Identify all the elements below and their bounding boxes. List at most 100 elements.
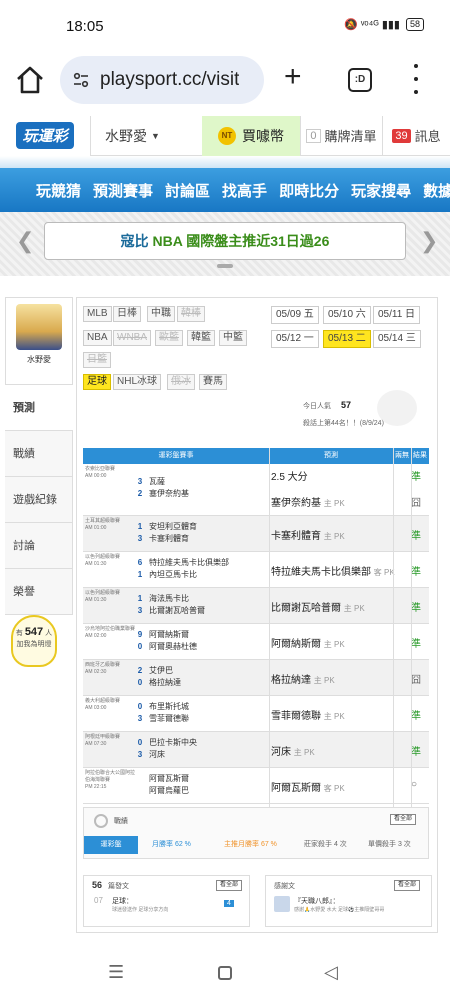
date-option[interactable]: 05/13 二	[323, 330, 371, 348]
score-away: 1	[137, 570, 143, 579]
recent-apps-icon[interactable]: ☰	[108, 962, 124, 983]
row-league: 阿根廷甲級聯賽 AM 07:30	[83, 732, 135, 748]
nav-item-livescore[interactable]: 即時比分	[279, 180, 339, 201]
messages-button[interactable]: 39 訊息	[382, 115, 450, 156]
team-2[interactable]: 卡塞利體育	[149, 534, 189, 543]
new-tab-icon[interactable]: +	[284, 62, 302, 92]
team-2[interactable]: 格拉納達	[149, 678, 181, 687]
row-teams: 阿爾瓦斯爾阿爾烏蘿巴	[149, 773, 189, 797]
score-away: 2	[137, 489, 143, 498]
match-time: PM 22:15	[85, 784, 107, 790]
team-2[interactable]: 河床	[149, 750, 165, 759]
score-home: 6	[137, 558, 143, 567]
team-1[interactable]: 巴拉卡斯中央	[149, 738, 197, 747]
team-1[interactable]: 瓦薩	[149, 477, 165, 486]
home-nav-icon[interactable]	[218, 966, 232, 980]
league-chip[interactable]: MLB	[83, 306, 112, 322]
cart-button[interactable]: 0 購牌清單	[300, 115, 382, 156]
row-league: 義大利超級聯賽 AM 03:00	[83, 696, 135, 712]
sidebar-item-predict[interactable]: 預測	[5, 385, 73, 431]
nav-item-predict[interactable]: 預測賽事	[93, 180, 153, 201]
nav-item-forum[interactable]: 討論區	[165, 180, 210, 201]
team-1[interactable]: 特拉維夫馬卡比俱樂部	[149, 558, 229, 567]
league-chip[interactable]: 賽馬	[199, 374, 227, 390]
thanks-view-all-button[interactable]: 看全部	[394, 880, 421, 891]
team-1[interactable]: 布里斯托城	[149, 702, 189, 711]
user-dropdown[interactable]: 水野愛 ▼	[90, 115, 202, 156]
site-logo[interactable]: 玩運彩	[0, 115, 90, 156]
sidebar-item-game-log[interactable]: 遊戲紀錄	[5, 477, 73, 523]
league-chip[interactable]: NBA	[83, 330, 112, 346]
row-teams: 瓦薩 塞伊奈約基	[149, 476, 189, 500]
home-icon[interactable]	[14, 64, 46, 96]
today-label: 今日人氣	[303, 403, 331, 410]
row-scores: 03	[135, 737, 145, 761]
nav-item-data[interactable]: 數據	[423, 180, 450, 201]
league-chip[interactable]: 中籃	[219, 330, 247, 346]
league-chip[interactable]: 韓籃	[187, 330, 215, 346]
lamp-count: 547	[24, 626, 44, 638]
row-pick: 比爾謝瓦哈普爾 主 PK	[271, 599, 365, 614]
lamp-followers-badge[interactable]: 有 547 人 加我為明燈	[11, 615, 57, 667]
record-view-all-button[interactable]: 看全部	[390, 814, 417, 825]
address-bar[interactable]: playsport.cc/visit	[60, 56, 264, 104]
team-2[interactable]: 比爾謝瓦哈普爾	[149, 606, 205, 615]
sidebar-item-honor[interactable]: 榮譽	[5, 569, 73, 615]
nav-item-experts[interactable]: 找高手	[222, 180, 267, 201]
row-teams: 布里斯托城雪菲爾德聯	[149, 701, 189, 725]
pick-sub: 客 PK	[373, 568, 395, 577]
buy-coin-button[interactable]: NT 買噱幣	[202, 115, 300, 156]
table-row: 阿拉伯聯合大公國阿拉伯海灣聯賽 PM 22:15 阿爾瓦斯爾 阿爾烏蘿巴 阿爾瓦斯爾 客…	[83, 768, 429, 804]
status-time: 18:05	[66, 18, 104, 35]
date-option[interactable]: 05/11 日	[373, 306, 421, 324]
team-1[interactable]: 海法馬卡比	[149, 594, 189, 603]
result-mark: 囧	[411, 675, 421, 686]
row-pick: 2.5 大分	[271, 468, 308, 483]
record-title: 戰績	[114, 818, 128, 825]
profile-card[interactable]: 水野愛	[5, 297, 73, 385]
league-chip[interactable]: 中職	[147, 306, 175, 322]
site-settings-icon[interactable]	[72, 71, 90, 89]
site-header: 玩運彩 水野愛 ▼ NT 買噱幣 0 購牌清單 39 訊息	[0, 115, 450, 156]
league-chip: WNBA	[113, 330, 151, 346]
team-1[interactable]: 阿爾瓦斯爾	[149, 774, 189, 783]
banner-expert: 寇比	[120, 233, 153, 249]
team-1[interactable]: 阿爾納斯爾	[149, 630, 189, 639]
team-2[interactable]: 內坦亞馬卡比	[149, 570, 197, 579]
table-row: 西班牙乙級聯賽 AM 02:30 2 0 艾伊巴 格拉納達 格拉納達 主 PK 囧	[83, 660, 429, 696]
date-option[interactable]: 05/14 三	[373, 330, 421, 348]
team-2[interactable]: 阿爾奧赫杜德	[149, 642, 197, 651]
nav-item-guess[interactable]: 玩競猜	[36, 180, 81, 201]
team-2[interactable]: 阿爾烏蘿巴	[149, 786, 189, 795]
carousel-next-icon[interactable]: ❯	[420, 228, 438, 254]
thanks-subject[interactable]: 『天職八郎』：	[294, 896, 340, 906]
league-chip[interactable]: NHL冰球	[113, 374, 162, 390]
post-subject[interactable]: 足球：	[112, 896, 133, 906]
nav-item-player-search[interactable]: 玩家搜尋	[351, 180, 411, 201]
promo-banner[interactable]: 寇比 NBA 國際盤主推近31日過26	[44, 222, 406, 260]
carousel-prev-icon[interactable]: ❮	[16, 228, 34, 254]
date-option[interactable]: 05/10 六	[323, 306, 371, 324]
row-pick: 雪菲爾德聯 主 PK	[271, 707, 345, 722]
date-option[interactable]: 05/12 一	[271, 330, 319, 348]
team-1[interactable]: 艾伊巴	[149, 666, 173, 675]
promo-carousel: ❮ 寇比 NBA 國際盤主推近31日過26 ❯	[0, 212, 450, 276]
league-chip[interactable]: 日棒	[113, 306, 141, 322]
posts-view-all-button[interactable]: 看全部	[216, 880, 243, 891]
league-chip[interactable]: 足球	[83, 374, 111, 390]
team-1[interactable]: 安坦利亞體育	[149, 522, 197, 531]
overflow-menu-icon[interactable]	[412, 64, 420, 94]
sidebar-item-record[interactable]: 戰績	[5, 431, 73, 477]
pick-text: 塞伊奈約基	[271, 498, 321, 509]
team-2[interactable]: 雪菲爾德聯	[149, 714, 189, 723]
row-teams: 安坦利亞體育 卡塞利體育	[149, 521, 197, 545]
date-option[interactable]: 05/09 五	[271, 306, 319, 324]
row-scores: 13	[135, 521, 145, 545]
thanks-title: 感謝文	[274, 883, 295, 890]
tab-switcher-button[interactable]: :D	[348, 68, 372, 92]
sidebar-item-discussion[interactable]: 討論	[5, 523, 73, 569]
back-nav-icon[interactable]: ◁	[324, 962, 338, 983]
score-home: 1	[137, 522, 143, 531]
team-2[interactable]: 塞伊奈約基	[149, 489, 189, 498]
header-void: 兩無	[395, 452, 409, 459]
